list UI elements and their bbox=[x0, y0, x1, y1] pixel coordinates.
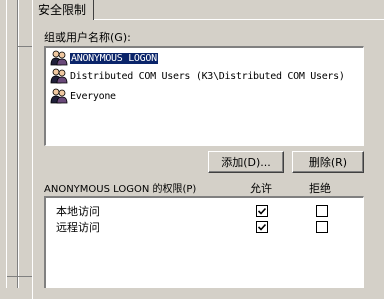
group-or-user-label: 组或用户名称(G): bbox=[44, 31, 131, 44]
add-button[interactable]: 添加(D)... bbox=[208, 151, 284, 173]
user-list[interactable]: ANONYMOUS LOGON Distributed COM Users (K… bbox=[44, 46, 364, 146]
permissions-title: ANONYMOUS LOGON 的权限(P) bbox=[44, 184, 197, 195]
deny-remote-access-checkbox[interactable] bbox=[316, 221, 328, 233]
permissions-list: 本地访问 远程访问 bbox=[44, 196, 364, 288]
tab-security-limits[interactable]: 安全限制 bbox=[32, 0, 94, 20]
check-icon bbox=[258, 207, 266, 215]
deny-column-header: 拒绝 bbox=[309, 182, 331, 195]
users-icon bbox=[50, 68, 68, 84]
users-icon bbox=[50, 50, 68, 66]
allow-remote-access-checkbox[interactable] bbox=[256, 221, 268, 233]
list-item[interactable]: ANONYMOUS LOGON bbox=[50, 49, 159, 67]
frame-line bbox=[7, 276, 32, 277]
frame-line bbox=[6, 0, 7, 288]
user-name: Everyone bbox=[70, 90, 116, 102]
list-item[interactable]: Distributed COM Users (K3\Distributed CO… bbox=[50, 67, 345, 85]
permission-name: 本地访问 bbox=[56, 205, 100, 218]
deny-local-access-checkbox[interactable] bbox=[316, 205, 328, 217]
user-name: ANONYMOUS LOGON bbox=[69, 51, 159, 65]
allow-column-header: 允许 bbox=[250, 182, 272, 195]
frame-line bbox=[18, 46, 32, 47]
permission-name: 远程访问 bbox=[56, 221, 100, 234]
remove-button[interactable]: 删除(R) bbox=[292, 151, 364, 173]
allow-local-access-checkbox[interactable] bbox=[256, 205, 268, 217]
users-icon bbox=[50, 88, 68, 104]
list-item[interactable]: Everyone bbox=[50, 87, 116, 105]
check-icon bbox=[258, 223, 266, 231]
tab-label: 安全限制 bbox=[38, 3, 87, 17]
frame-line bbox=[18, 0, 19, 288]
user-name: Distributed COM Users (K3\Distributed CO… bbox=[70, 70, 345, 82]
